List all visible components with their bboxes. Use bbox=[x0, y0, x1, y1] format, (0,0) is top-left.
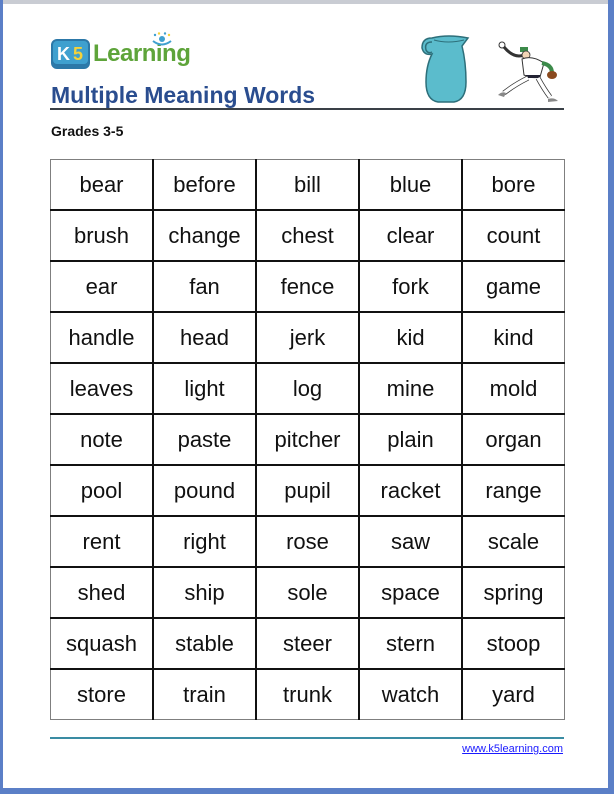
word-cell: ship bbox=[152, 566, 257, 619]
word-cell: clear bbox=[358, 209, 463, 262]
word-cell: jerk bbox=[255, 311, 360, 364]
website-link[interactable]: www.k5learning.com bbox=[462, 743, 563, 755]
page-frame-top bbox=[0, 0, 614, 4]
word-cell: bore bbox=[461, 159, 565, 211]
word-cell: stoop bbox=[461, 617, 565, 670]
footer-divider bbox=[50, 737, 564, 739]
word-cell: saw bbox=[358, 515, 463, 568]
word-cell: brush bbox=[50, 209, 154, 262]
word-cell: count bbox=[461, 209, 565, 262]
word-cell: spring bbox=[461, 566, 565, 619]
page-frame-bottom bbox=[0, 788, 614, 794]
page-title: Multiple Meaning Words bbox=[51, 82, 316, 108]
word-cell: pitcher bbox=[255, 413, 360, 466]
word-cell: pupil bbox=[255, 464, 360, 517]
word-cell: fence bbox=[255, 260, 360, 313]
word-cell: pool bbox=[50, 464, 154, 517]
word-cell: change bbox=[152, 209, 257, 262]
word-cell: squash bbox=[50, 617, 154, 670]
word-row: handle head jerk kid kind bbox=[50, 311, 565, 364]
word-cell: fan bbox=[152, 260, 257, 313]
baseball-pitcher-icon bbox=[498, 41, 558, 102]
word-row: shed ship sole space spring bbox=[50, 566, 565, 619]
word-cell: handle bbox=[50, 311, 154, 364]
page-frame-right bbox=[608, 0, 614, 794]
word-row: squash stable steer stern stoop bbox=[50, 617, 565, 670]
word-cell: sole bbox=[255, 566, 360, 619]
word-cell: leaves bbox=[50, 362, 154, 415]
word-cell: game bbox=[461, 260, 565, 313]
word-cell: store bbox=[50, 668, 154, 720]
word-cell: plain bbox=[358, 413, 463, 466]
word-row: leaves light log mine mold bbox=[50, 362, 565, 415]
logo-badge: K5 bbox=[51, 39, 91, 69]
word-cell: trunk bbox=[255, 668, 360, 720]
word-cell: space bbox=[358, 566, 463, 619]
k5-learning-logo: K5 Learning bbox=[51, 32, 191, 72]
word-cell: blue bbox=[358, 159, 463, 211]
word-row: rent right rose saw scale bbox=[50, 515, 565, 568]
word-cell: chest bbox=[255, 209, 360, 262]
word-cell: kind bbox=[461, 311, 565, 364]
word-cell: before bbox=[152, 159, 257, 211]
word-cell: right bbox=[152, 515, 257, 568]
word-cell: stable bbox=[152, 617, 257, 670]
word-cell: mold bbox=[461, 362, 565, 415]
word-row: store train trunk watch yard bbox=[50, 668, 565, 720]
logo-badge-number: 5 bbox=[73, 43, 85, 64]
word-cell: log bbox=[255, 362, 360, 415]
word-row: pool pound pupil racket range bbox=[50, 464, 565, 517]
word-grid: bear before bill blue bore brush change chest cl… bbox=[50, 159, 565, 720]
word-cell: mine bbox=[358, 362, 463, 415]
title-divider bbox=[50, 108, 564, 110]
logo-badge-letter: K bbox=[57, 43, 71, 64]
word-cell: rent bbox=[50, 515, 154, 568]
word-cell: note bbox=[50, 413, 154, 466]
grade-level: Grades 3-5 bbox=[51, 123, 124, 139]
word-row: ear fan fence fork game bbox=[50, 260, 565, 313]
word-cell: shed bbox=[50, 566, 154, 619]
word-cell: yard bbox=[461, 668, 565, 720]
logo-person-icon bbox=[152, 32, 172, 46]
word-cell: watch bbox=[358, 668, 463, 720]
word-cell: steer bbox=[255, 617, 360, 670]
word-cell: scale bbox=[461, 515, 565, 568]
word-cell: paste bbox=[152, 413, 257, 466]
word-cell: train bbox=[152, 668, 257, 720]
pitcher-jug-icon bbox=[421, 35, 470, 103]
word-cell: head bbox=[152, 311, 257, 364]
word-cell: stern bbox=[358, 617, 463, 670]
word-cell: kid bbox=[358, 311, 463, 364]
word-row: brush change chest clear count bbox=[50, 209, 565, 262]
word-cell: range bbox=[461, 464, 565, 517]
word-cell: racket bbox=[358, 464, 463, 517]
word-cell: fork bbox=[358, 260, 463, 313]
word-row: bear before bill blue bore bbox=[50, 159, 565, 211]
word-cell: ear bbox=[50, 260, 154, 313]
word-cell: organ bbox=[461, 413, 565, 466]
word-cell: bill bbox=[255, 159, 360, 211]
word-cell: rose bbox=[255, 515, 360, 568]
page-frame-left bbox=[0, 0, 3, 794]
word-cell: bear bbox=[50, 159, 154, 211]
word-cell: light bbox=[152, 362, 257, 415]
word-row: note paste pitcher plain organ bbox=[50, 413, 565, 466]
word-cell: pound bbox=[152, 464, 257, 517]
